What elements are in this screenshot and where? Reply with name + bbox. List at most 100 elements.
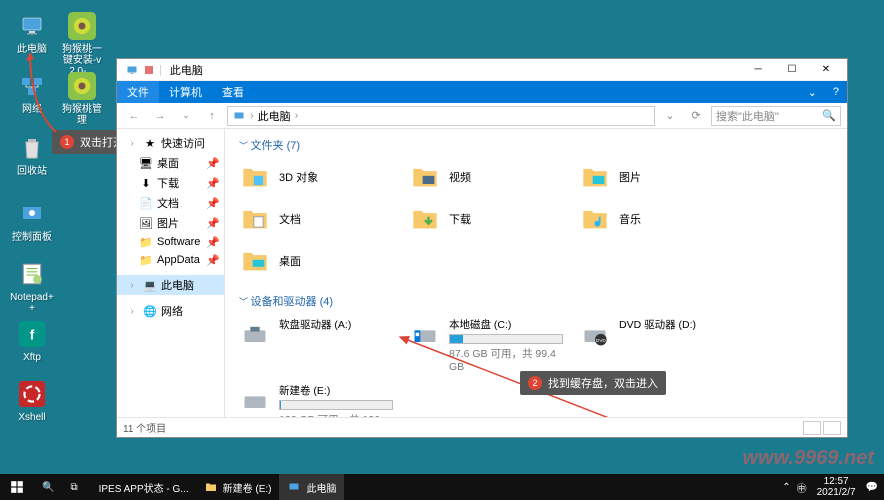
drive-local-c[interactable]: 本地磁盘 (C:)87.6 GB 可用，共 99.4 GB bbox=[405, 315, 565, 375]
window-icon bbox=[121, 64, 143, 76]
folders-grid: 3D 对象 视频 图片 文档 下载 音乐 桌面 bbox=[235, 159, 837, 279]
maximize-button[interactable]: ☐ bbox=[775, 60, 809, 80]
folder-icon bbox=[237, 203, 273, 235]
desktop-icon-this-pc[interactable]: 此电脑 bbox=[10, 10, 54, 55]
sidebar-documents[interactable]: 📄文档📌 bbox=[117, 193, 224, 213]
sidebar-this-pc[interactable]: ›💻此电脑 bbox=[117, 275, 224, 295]
taskbar-item-explorer-pc[interactable]: 此电脑 bbox=[279, 474, 344, 500]
desktop-icon-xftp[interactable]: f Xftp bbox=[10, 318, 54, 363]
nav-up-button[interactable]: ↑ bbox=[201, 106, 223, 126]
folder-icon bbox=[407, 161, 443, 193]
folder-music[interactable]: 音乐 bbox=[575, 201, 735, 237]
chevron-right-icon: › bbox=[125, 306, 139, 317]
status-text: 11 个项目 bbox=[123, 420, 166, 435]
desktop-icon-notepadpp[interactable]: Notepad++ bbox=[10, 258, 54, 314]
folder-icon: 📁 bbox=[139, 253, 153, 267]
group-drives-header[interactable]: 设备和驱动器 (4) bbox=[235, 291, 837, 315]
hdd-icon bbox=[407, 317, 443, 353]
drive-volume-e[interactable]: 新建卷 (E:)126 GB 可用，共 126 GB bbox=[235, 381, 395, 417]
folder-desktop[interactable]: 桌面 bbox=[235, 243, 395, 279]
sidebar-software[interactable]: 📁Software📌 bbox=[117, 233, 224, 251]
sidebar-pictures[interactable]: 🖼图片📌 bbox=[117, 213, 224, 233]
annotation-text-2: 找到缓存盘，双击进入 bbox=[548, 375, 658, 391]
sidebar-desktop[interactable]: 🖥桌面📌 bbox=[117, 153, 224, 173]
desktop-icon-recycle[interactable]: 回收站 bbox=[10, 132, 54, 177]
clock[interactable]: 12:57 2021/2/7 bbox=[813, 476, 860, 498]
chevron-right-icon: › bbox=[125, 138, 139, 149]
folder-3d-objects[interactable]: 3D 对象 bbox=[235, 159, 395, 195]
folder-pictures[interactable]: 图片 bbox=[575, 159, 735, 195]
annotation-badge-1: 1 bbox=[60, 135, 74, 149]
breadcrumb[interactable]: › 此电脑 › bbox=[227, 106, 655, 126]
sidebar-network[interactable]: ›🌐网络 bbox=[117, 301, 224, 321]
download-icon: ⬇ bbox=[139, 176, 153, 190]
hdd-icon bbox=[237, 383, 273, 417]
folder-documents[interactable]: 文档 bbox=[235, 201, 395, 237]
folder-icon bbox=[577, 203, 613, 235]
pc-icon bbox=[232, 110, 246, 122]
ribbon-tabs: 文件 计算机 查看 ⌄ ? bbox=[117, 81, 847, 103]
kiwi-icon bbox=[66, 10, 98, 42]
sidebar-downloads[interactable]: ⬇下载📌 bbox=[117, 173, 224, 193]
annotation-badge-2: 2 bbox=[528, 376, 542, 390]
system-tray[interactable]: ⌃ ㊥ 12:57 2021/2/7 💬 bbox=[776, 476, 884, 498]
sidebar-appdata[interactable]: 📁AppData📌 bbox=[117, 251, 224, 269]
folder-videos[interactable]: 视频 bbox=[405, 159, 565, 195]
desktop-icon-xshell[interactable]: Xshell bbox=[10, 378, 54, 423]
explorer-window: | 此电脑 ─ ☐ ✕ 文件 计算机 查看 ⌄ ? ← → ⌄ ↑ › 此电脑 … bbox=[116, 58, 848, 438]
capacity-bar bbox=[449, 334, 563, 344]
desktop-icon: 🖥 bbox=[139, 156, 153, 170]
view-icons-button[interactable] bbox=[823, 421, 841, 435]
titlebar[interactable]: | 此电脑 ─ ☐ ✕ bbox=[117, 59, 847, 81]
search-button[interactable]: 🔍 bbox=[34, 474, 62, 500]
group-folders-header[interactable]: 文件夹 (7) bbox=[235, 135, 837, 159]
folder-icon bbox=[407, 203, 443, 235]
pin-icon: 📌 bbox=[206, 254, 220, 267]
desktop-icon-kiwi-manage[interactable]: 狗猴桃管理 bbox=[60, 70, 104, 126]
search-input[interactable]: 搜索"此电脑" 🔍 bbox=[711, 106, 841, 126]
drives-grid: 软盘驱动器 (A:) 本地磁盘 (C:)87.6 GB 可用，共 99.4 GB… bbox=[235, 315, 837, 417]
nav-forward-button[interactable]: → bbox=[149, 106, 171, 126]
breadcrumb-root[interactable]: 此电脑 bbox=[258, 108, 291, 124]
tab-computer[interactable]: 计算机 bbox=[159, 81, 212, 103]
tray-chevron-icon[interactable]: ⌃ bbox=[782, 482, 790, 493]
refresh-button[interactable]: ⟳ bbox=[685, 106, 707, 126]
minimize-button[interactable]: ─ bbox=[741, 60, 775, 80]
capacity-bar bbox=[279, 400, 393, 410]
folder-icon: 📁 bbox=[139, 235, 153, 249]
nav-pane: ›★快速访问 🖥桌面📌 ⬇下载📌 📄文档📌 🖼图片📌 📁Software📌 📁A… bbox=[117, 129, 225, 417]
kiwi-manage-icon bbox=[66, 70, 98, 102]
sidebar-quick-access[interactable]: ›★快速访问 bbox=[117, 133, 224, 153]
view-details-button[interactable] bbox=[803, 421, 821, 435]
folder-downloads[interactable]: 下载 bbox=[405, 201, 565, 237]
drive-floppy-a[interactable]: 软盘驱动器 (A:) bbox=[235, 315, 395, 375]
nav-back-button[interactable]: ← bbox=[123, 106, 145, 126]
pin-icon: 📌 bbox=[206, 157, 220, 170]
close-button[interactable]: ✕ bbox=[809, 60, 843, 80]
notifications-icon[interactable]: 💬 bbox=[866, 482, 878, 493]
xftp-icon: f bbox=[16, 318, 48, 350]
taskbar-item-chrome[interactable]: IPES APP状态 - G... bbox=[86, 474, 196, 500]
pc-icon: 💻 bbox=[143, 278, 157, 292]
taskbar-item-explorer-e[interactable]: 新建卷 (E:) bbox=[196, 474, 280, 500]
help-icon[interactable]: ? bbox=[825, 86, 847, 98]
nav-recent-button[interactable]: ⌄ bbox=[175, 106, 197, 126]
address-bar: ← → ⌄ ↑ › 此电脑 › ⌄ ⟳ 搜索"此电脑" 🔍 bbox=[117, 103, 847, 129]
tab-view[interactable]: 查看 bbox=[212, 81, 254, 103]
path-dropdown-button[interactable]: ⌄ bbox=[659, 106, 681, 126]
chevron-right-icon: › bbox=[125, 280, 139, 291]
pin-icon: 📌 bbox=[206, 236, 220, 249]
desktop-icon-kiwi-install[interactable]: 狗猴桃一键安装-v2.0-... bbox=[60, 10, 104, 77]
start-button[interactable] bbox=[0, 474, 34, 500]
search-icon[interactable]: 🔍 bbox=[822, 109, 836, 122]
desktop-icon-network[interactable]: 网络 bbox=[10, 70, 54, 115]
folder-icon bbox=[237, 245, 273, 277]
drive-dvd-d[interactable]: DVD DVD 驱动器 (D:) bbox=[575, 315, 735, 375]
qat-properties-icon[interactable] bbox=[143, 64, 155, 76]
task-view-button[interactable]: ⧉ bbox=[62, 474, 85, 500]
tab-file[interactable]: 文件 bbox=[117, 81, 159, 103]
pin-icon: 📌 bbox=[206, 217, 220, 230]
ribbon-expand-icon[interactable]: ⌄ bbox=[800, 86, 825, 99]
desktop-icon-control-panel[interactable]: 控制面板 bbox=[10, 198, 54, 243]
ime-icon[interactable]: ㊥ bbox=[797, 480, 807, 495]
